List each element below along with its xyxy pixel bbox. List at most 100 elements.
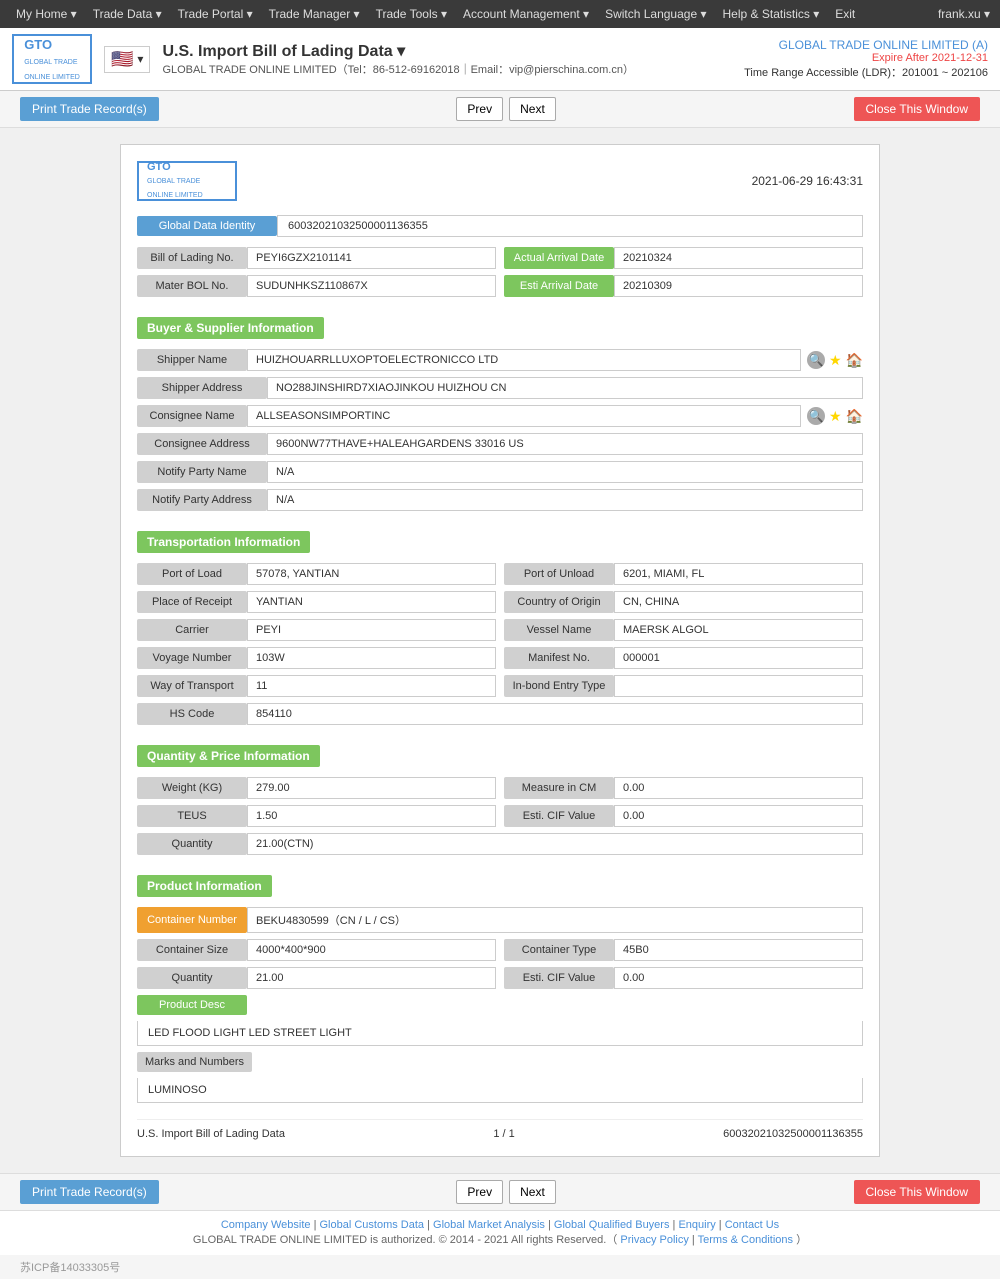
footer-privacy-link[interactable]: Privacy Policy bbox=[620, 1234, 688, 1246]
nav-items: My Home ▾ Trade Data ▾ Trade Portal ▾ Tr… bbox=[10, 7, 861, 21]
mater-bol-label: Mater BOL No. bbox=[137, 275, 247, 297]
footer-enquiry[interactable]: Enquiry bbox=[678, 1219, 715, 1231]
actual-arrival-group: Actual Arrival Date 20210324 bbox=[504, 247, 863, 269]
container-type-value: 45B0 bbox=[614, 939, 863, 961]
esti-cif-value-value: 0.00 bbox=[614, 805, 863, 827]
voyage-number-label: Voyage Number bbox=[137, 647, 247, 669]
teus-label: TEUS bbox=[137, 805, 247, 827]
notify-party-name-row: Notify Party Name N/A bbox=[137, 461, 863, 483]
shipper-address-value: NO288JINSHIRD7XIAOJINKOU HUIZHOU CN bbox=[267, 377, 863, 399]
quantity2-group: Quantity 21.00 bbox=[137, 967, 496, 989]
consignee-name-value: ALLSEASONSIMPORTINC bbox=[247, 405, 801, 427]
bottom-prev-button[interactable]: Prev bbox=[456, 1180, 503, 1204]
main-content: GTOGLOBAL TRADEONLINE LIMITED 2021-06-29… bbox=[0, 128, 1000, 1173]
shipper-name-label: Shipper Name bbox=[137, 349, 247, 371]
bottom-close-button[interactable]: Close This Window bbox=[854, 1180, 980, 1204]
print-button[interactable]: Print Trade Record(s) bbox=[20, 97, 159, 121]
footer-copyright: GLOBAL TRADE ONLINE LIMITED is authorize… bbox=[8, 1231, 992, 1247]
flag-selector[interactable]: 🇺🇸 ▾ bbox=[104, 46, 150, 73]
teus-row: TEUS 1.50 Esti. CIF Value 0.00 bbox=[137, 805, 863, 827]
consignee-name-row: Consignee Name ALLSEASONSIMPORTINC 🔍 ★ 🏠 bbox=[137, 405, 863, 427]
marks-numbers-label-row: Marks and Numbers bbox=[137, 1052, 863, 1072]
vessel-name-label: Vessel Name bbox=[504, 619, 614, 641]
prev-button[interactable]: Prev bbox=[456, 97, 503, 121]
bottom-next-button[interactable]: Next bbox=[509, 1180, 556, 1204]
marks-numbers-value: LUMINOSO bbox=[137, 1078, 863, 1103]
shipper-search-icon[interactable]: 🔍 bbox=[807, 351, 825, 369]
bol-label: Bill of Lading No. bbox=[137, 247, 247, 269]
quantity-row: Quantity 21.00(CTN) bbox=[137, 833, 863, 855]
footer-contact[interactable]: Contact Us bbox=[725, 1219, 779, 1231]
port-of-load-group: Port of Load 57078, YANTIAN bbox=[137, 563, 496, 585]
nav-trade-manager[interactable]: Trade Manager ▾ bbox=[263, 7, 366, 21]
place-of-receipt-label: Place of Receipt bbox=[137, 591, 247, 613]
transport-header: Transportation Information bbox=[137, 531, 310, 553]
bottom-toolbar-right: Close This Window bbox=[854, 1180, 980, 1204]
quantity-price-header: Quantity & Price Information bbox=[137, 745, 320, 767]
notify-party-address-value: N/A bbox=[267, 489, 863, 511]
consignee-name-label: Consignee Name bbox=[137, 405, 247, 427]
country-of-origin-group: Country of Origin CN, CHINA bbox=[504, 591, 863, 613]
close-window-button[interactable]: Close This Window bbox=[854, 97, 980, 121]
quantity2-row: Quantity 21.00 Esti. CIF Value 0.00 bbox=[137, 967, 863, 989]
footer-global-qualified[interactable]: Global Qualified Buyers bbox=[554, 1219, 670, 1231]
consignee-address-row: Consignee Address 9600NW77THAVE+HALEAHGA… bbox=[137, 433, 863, 455]
consignee-search-icon[interactable]: 🔍 bbox=[807, 407, 825, 425]
measure-in-cm-value: 0.00 bbox=[614, 777, 863, 799]
carrier-value: PEYI bbox=[247, 619, 496, 641]
voyage-number-value: 103W bbox=[247, 647, 496, 669]
footer-title: U.S. Import Bill of Lading Data bbox=[137, 1128, 285, 1140]
footer-company-website[interactable]: Company Website bbox=[221, 1219, 311, 1231]
teus-group: TEUS 1.50 bbox=[137, 805, 496, 827]
shipper-star-icon[interactable]: ★ bbox=[829, 352, 842, 369]
bottom-print-button[interactable]: Print Trade Record(s) bbox=[20, 1180, 159, 1204]
nav-switch-language[interactable]: Switch Language ▾ bbox=[599, 7, 712, 21]
container-number-value: BEKU4830599（CN / L / CS） bbox=[247, 907, 863, 933]
esti-cif-value-label: Esti. CIF Value bbox=[504, 805, 614, 827]
shipper-home-icon[interactable]: 🏠 bbox=[846, 352, 863, 369]
shipper-name-group: Shipper Name HUIZHOUARRLLUXOPTOELECTRONI… bbox=[137, 349, 801, 371]
record-header: GTOGLOBAL TRADEONLINE LIMITED 2021-06-29… bbox=[137, 161, 863, 201]
voyage-row: Voyage Number 103W Manifest No. 000001 bbox=[137, 647, 863, 669]
nav-trade-data[interactable]: Trade Data ▾ bbox=[87, 7, 168, 21]
quantity-label: Quantity bbox=[137, 833, 247, 855]
nav-help-statistics[interactable]: Help & Statistics ▾ bbox=[717, 7, 826, 21]
footer-terms-link[interactable]: Terms & Conditions bbox=[698, 1234, 793, 1246]
transport-row: Way of Transport 11 In-bond Entry Type bbox=[137, 675, 863, 697]
company-name: GLOBAL TRADE ONLINE LIMITED (A) bbox=[744, 38, 988, 52]
page-title: U.S. Import Bill of Lading Data ▾ bbox=[162, 41, 634, 61]
footer-global-customs[interactable]: Global Customs Data bbox=[320, 1219, 425, 1231]
product-desc-value: LED FLOOD LIGHT LED STREET LIGHT bbox=[137, 1021, 863, 1046]
bottom-toolbar-left: Print Trade Record(s) bbox=[20, 1180, 159, 1204]
toolbar-right: Close This Window bbox=[854, 97, 980, 121]
header-bar: GTOGLOBAL TRADEONLINE LIMITED 🇺🇸 ▾ U.S. … bbox=[0, 28, 1000, 91]
esti-arrival-group: Esti Arrival Date 20210309 bbox=[504, 275, 863, 297]
consignee-star-icon[interactable]: ★ bbox=[829, 408, 842, 425]
inbond-entry-type-label: In-bond Entry Type bbox=[504, 675, 614, 697]
container-number-label: Container Number bbox=[137, 907, 247, 933]
nav-trade-tools[interactable]: Trade Tools ▾ bbox=[370, 7, 453, 21]
container-type-label: Container Type bbox=[504, 939, 614, 961]
footer-global-market[interactable]: Global Market Analysis bbox=[433, 1219, 545, 1231]
footer-page: 1 / 1 bbox=[493, 1128, 514, 1140]
manifest-group: Manifest No. 000001 bbox=[504, 647, 863, 669]
notify-party-address-label: Notify Party Address bbox=[137, 489, 267, 511]
time-range: Time Range Accessible (LDR)：201001 ~ 202… bbox=[744, 64, 988, 80]
flag-dropdown-icon: ▾ bbox=[137, 52, 143, 66]
top-navigation: My Home ▾ Trade Data ▾ Trade Portal ▾ Tr… bbox=[0, 0, 1000, 28]
next-button[interactable]: Next bbox=[509, 97, 556, 121]
user-account[interactable]: frank.xu ▾ bbox=[938, 7, 990, 21]
site-footer: Company Website | Global Customs Data | … bbox=[0, 1210, 1000, 1255]
nav-trade-portal[interactable]: Trade Portal ▾ bbox=[172, 7, 259, 21]
nav-account-management[interactable]: Account Management ▾ bbox=[457, 7, 595, 21]
mater-bol-value: SUDUNHKSZ110867X bbox=[247, 275, 496, 297]
nav-exit[interactable]: Exit bbox=[829, 7, 861, 21]
nav-my-home[interactable]: My Home ▾ bbox=[10, 7, 83, 21]
esti-cif2-group: Esti. CIF Value 0.00 bbox=[504, 967, 863, 989]
esti-cif2-label: Esti. CIF Value bbox=[504, 967, 614, 989]
global-data-identity-row: Global Data Identity 6003202103250000113… bbox=[137, 215, 863, 237]
footer-icp: 苏ICP备14033305号 bbox=[0, 1255, 1000, 1279]
footer-id: 60032021032500001136355 bbox=[723, 1128, 863, 1140]
way-of-transport-value: 11 bbox=[247, 675, 496, 697]
consignee-home-icon[interactable]: 🏠 bbox=[846, 408, 863, 425]
